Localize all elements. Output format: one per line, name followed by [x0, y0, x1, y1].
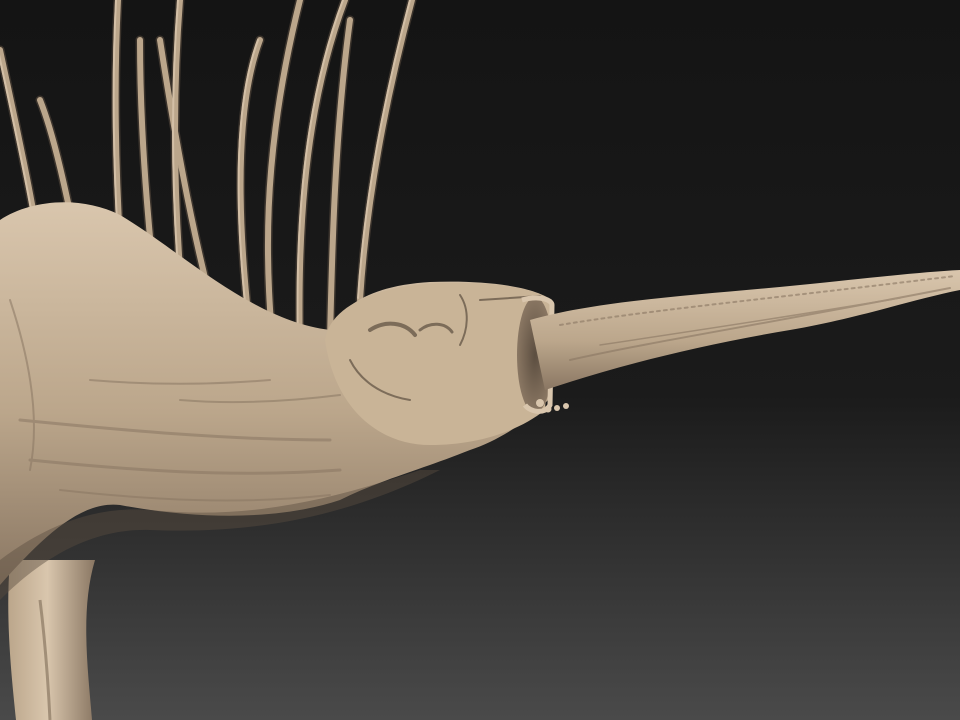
sculpt-viewport [0, 0, 960, 720]
front-leg [8, 560, 95, 720]
creature-render [0, 0, 960, 720]
